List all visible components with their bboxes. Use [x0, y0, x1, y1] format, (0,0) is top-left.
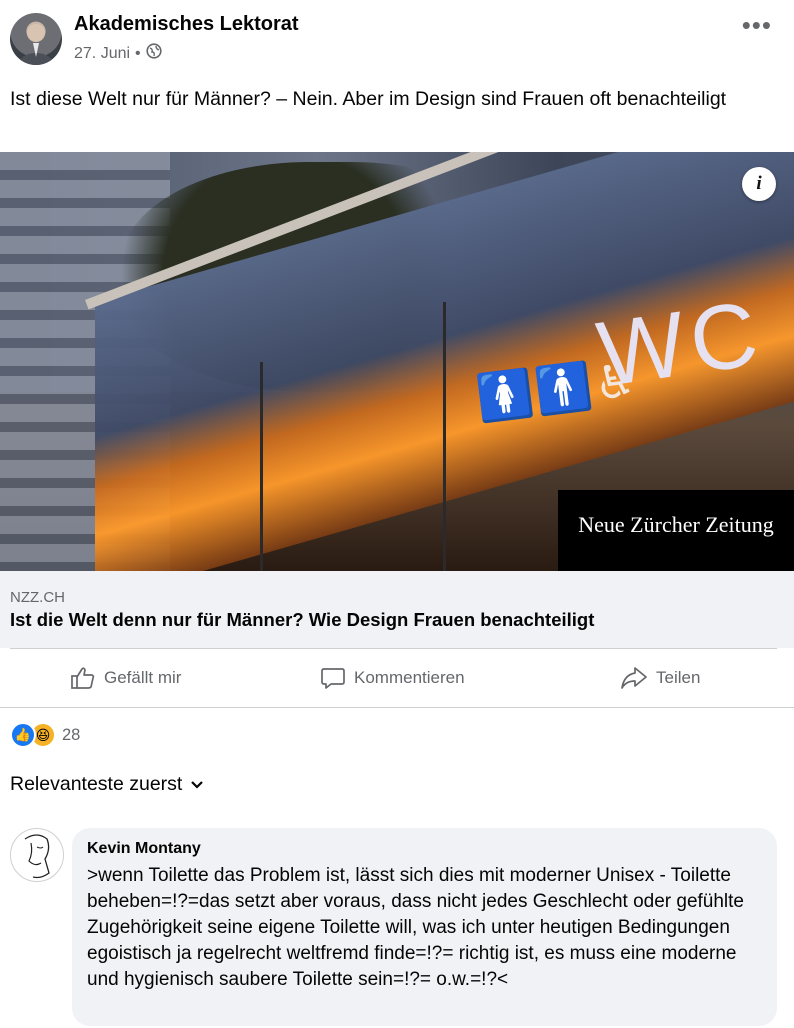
meta-separator: •	[135, 44, 141, 62]
more-options-icon[interactable]: •••	[742, 10, 772, 41]
share-icon	[620, 665, 648, 691]
link-preview[interactable]: NZZ.CH Ist die Welt denn nur für Männer?…	[0, 571, 794, 648]
post-text: Ist diese Welt nur für Männer? – Nein. A…	[10, 88, 727, 110]
reaction-summary[interactable]: 👍 😆 28	[10, 722, 80, 748]
globe-icon	[146, 43, 162, 64]
link-title[interactable]: Ist die Welt denn nur für Männer? Wie De…	[10, 609, 594, 631]
like-button[interactable]: Gefällt mir	[70, 649, 181, 707]
author-name[interactable]: Akademisches Lektorat	[74, 13, 299, 36]
share-label: Teilen	[656, 668, 701, 687]
commenter-avatar[interactable]	[10, 828, 64, 882]
post-date[interactable]: 27. Juni	[74, 45, 130, 63]
comment-icon	[320, 665, 346, 691]
author-avatar[interactable]	[10, 13, 62, 65]
image-pane-divider	[260, 362, 263, 571]
nzz-logo-badge: Neue Zürcher Zeitung	[558, 490, 794, 571]
info-icon[interactable]: i	[742, 167, 776, 201]
comment-sort-dropdown[interactable]: Relevanteste zuerst	[10, 773, 204, 796]
comment-author[interactable]: Kevin Montany	[87, 840, 201, 858]
like-icon: 👍	[10, 722, 36, 748]
share-button[interactable]: Teilen	[620, 649, 700, 707]
divider	[0, 707, 794, 708]
like-label: Gefällt mir	[104, 668, 182, 687]
chevron-down-icon	[190, 773, 204, 796]
post-meta: 27. Juni •	[74, 43, 162, 64]
sort-label: Relevanteste zuerst	[10, 773, 183, 795]
post-header: Akademisches Lektorat 27. Juni • •••	[0, 0, 794, 80]
thumbs-up-icon	[70, 665, 96, 691]
image-pane-divider	[443, 302, 446, 571]
comment-label: Kommentieren	[354, 668, 465, 687]
comment-text: >wenn Toilette das Problem ist, lässt si…	[87, 865, 744, 990]
post-image[interactable]: 🚺🚹♿ WC i Neue Zürcher Zeitung	[0, 152, 794, 571]
link-domain: NZZ.CH	[10, 589, 65, 606]
comment-button[interactable]: Kommentieren	[320, 649, 465, 707]
reaction-count: 28	[62, 725, 81, 744]
action-bar: Gefällt mir Kommentieren Teilen	[0, 649, 794, 707]
comment-bubble: Kevin Montany >wenn Toilette das Problem…	[72, 828, 777, 1026]
